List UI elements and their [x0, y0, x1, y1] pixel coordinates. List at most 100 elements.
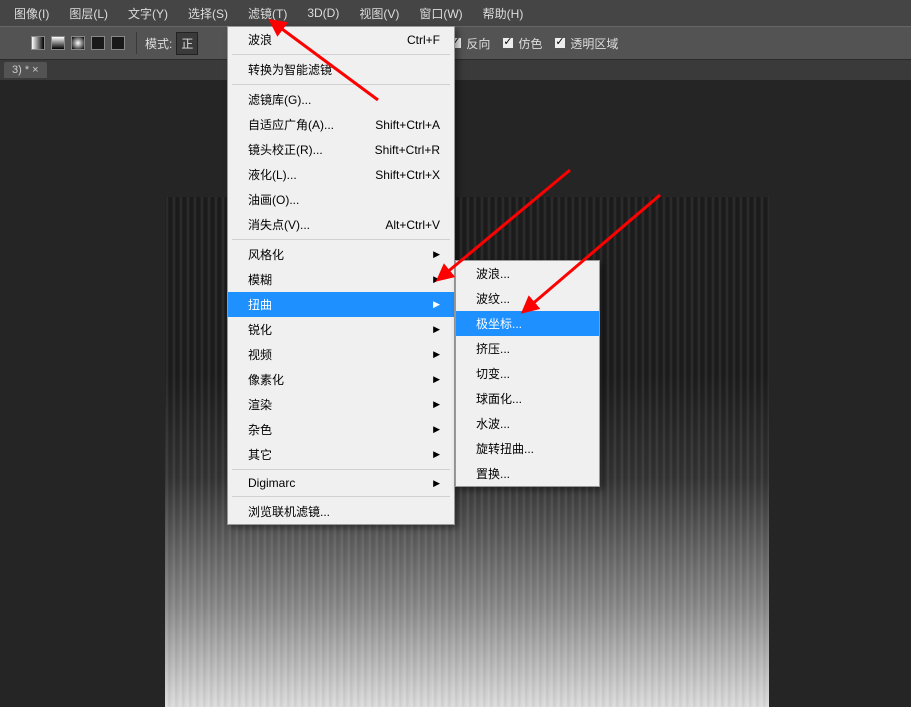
filter-menu-item[interactable]: 波浪 Ctrl+F	[228, 27, 454, 52]
distort-submenu-item[interactable]: 波浪...	[456, 261, 599, 286]
filter-menu-item[interactable]: 滤镜库(G)...	[228, 87, 454, 112]
filter-menu-item[interactable]: 视频 ▶	[228, 342, 454, 367]
distort-submenu-item[interactable]: 置换...	[456, 461, 599, 486]
distort-submenu-item[interactable]: 挤压...	[456, 336, 599, 361]
filter-menu-item[interactable]: 扭曲 ▶	[228, 292, 454, 317]
checkbox-icon	[502, 37, 514, 49]
menu-item-label: 其它	[248, 446, 272, 463]
menu-shortcut: Shift+Ctrl+R	[375, 143, 440, 157]
document-tabs: 3) * ×	[0, 60, 911, 80]
distort-submenu-item[interactable]: 水波...	[456, 411, 599, 436]
mode-select[interactable]: 正	[176, 32, 198, 55]
menu-item-label: 波纹...	[476, 290, 510, 307]
menu-item-label: 渲染	[248, 396, 272, 413]
gradient-diamond-icon[interactable]	[111, 36, 125, 50]
filter-menu-item[interactable]: 镜头校正(R)... Shift+Ctrl+R	[228, 137, 454, 162]
menu-item-label: 消失点(V)...	[248, 216, 310, 233]
filter-menu-dropdown: 波浪Ctrl+F转换为智能滤镜滤镜库(G)...自适应广角(A)...Shift…	[227, 26, 455, 525]
menu-item-label: 置换...	[476, 465, 510, 482]
distort-submenu-item[interactable]: 波纹...	[456, 286, 599, 311]
menu-layer[interactable]: 图层(L)	[59, 1, 118, 26]
gradient-radial-icon[interactable]	[51, 36, 65, 50]
checkbox-icon	[554, 37, 566, 49]
gradient-reflected-icon[interactable]	[91, 36, 105, 50]
menu-item-label: 波浪	[248, 31, 272, 48]
menu-separator	[232, 496, 450, 497]
menu-item-label: 镜头校正(R)...	[248, 141, 323, 158]
filter-menu-item[interactable]: 浏览联机滤镜...	[228, 499, 454, 524]
menu-select[interactable]: 选择(S)	[178, 1, 238, 26]
menu-shortcut: Alt+Ctrl+V	[385, 218, 440, 232]
menu-3d[interactable]: 3D(D)	[297, 2, 349, 24]
filter-menu-item[interactable]: 渲染 ▶	[228, 392, 454, 417]
filter-menu-item[interactable]: 模糊 ▶	[228, 267, 454, 292]
filter-menu-item[interactable]: 转换为智能滤镜	[228, 57, 454, 82]
menu-text[interactable]: 文字(Y)	[118, 1, 178, 26]
menu-image[interactable]: 图像(I)	[4, 1, 59, 26]
filter-menu-item[interactable]: 风格化 ▶	[228, 242, 454, 267]
transparency-label: 透明区域	[570, 35, 618, 52]
menu-item-label: 扭曲	[248, 296, 272, 313]
submenu-arrow-icon: ▶	[433, 299, 440, 310]
filter-menu-item[interactable]: 消失点(V)... Alt+Ctrl+V	[228, 212, 454, 237]
filter-menu-item[interactable]: 自适应广角(A)...Shift+Ctrl+A	[228, 112, 454, 137]
menu-item-label: 油画(O)...	[248, 191, 299, 208]
dither-checkbox[interactable]: 仿色	[502, 35, 542, 52]
mode-label: 模式:	[145, 35, 172, 52]
filter-menu-item[interactable]: 油画(O)...	[228, 187, 454, 212]
separator	[136, 32, 137, 54]
submenu-arrow-icon: ▶	[433, 478, 440, 489]
distort-submenu-item[interactable]: 切变...	[456, 361, 599, 386]
filter-menu-item[interactable]: 杂色▶	[228, 417, 454, 442]
menu-window[interactable]: 窗口(W)	[409, 1, 472, 26]
menu-item-label: 风格化	[248, 246, 284, 263]
menu-separator	[232, 469, 450, 470]
distort-submenu-item[interactable]: 球面化...	[456, 386, 599, 411]
menu-separator	[232, 84, 450, 85]
menu-item-label: 挤压...	[476, 340, 510, 357]
menu-view[interactable]: 视图(V)	[349, 1, 409, 26]
menu-item-label: 视频	[248, 346, 272, 363]
menu-item-label: 模糊	[248, 271, 272, 288]
menu-item-label: 锐化	[248, 321, 272, 338]
distort-submenu-dropdown: 波浪... 波纹... 极坐标... 挤压... 切变... 球面化... 水波... 旋转扭…	[455, 260, 600, 487]
filter-menu-item[interactable]: 其它▶	[228, 442, 454, 467]
menu-item-label: 切变...	[476, 365, 510, 382]
gradient-angle-icon[interactable]	[71, 36, 85, 50]
menu-item-label: 杂色	[248, 421, 272, 438]
submenu-arrow-icon: ▶	[433, 349, 440, 360]
menu-item-label: Digimarc	[248, 476, 295, 490]
menu-filter[interactable]: 滤镜(T)	[238, 1, 297, 26]
menu-shortcut: Shift+Ctrl+X	[375, 168, 440, 182]
submenu-arrow-icon: ▶	[433, 374, 440, 385]
reverse-label: 反向	[466, 35, 490, 52]
distort-submenu-item[interactable]: 极坐标...	[456, 311, 599, 336]
menu-item-label: 液化(L)...	[248, 166, 297, 183]
menu-item-label: 像素化	[248, 371, 284, 388]
menu-separator	[232, 239, 450, 240]
transparency-checkbox[interactable]: 透明区域	[554, 35, 618, 52]
menu-item-label: 球面化...	[476, 390, 522, 407]
filter-menu-item[interactable]: 锐化▶	[228, 317, 454, 342]
submenu-arrow-icon: ▶	[433, 249, 440, 260]
menu-item-label: 旋转扭曲...	[476, 440, 534, 457]
menu-item-label: 波浪...	[476, 265, 510, 282]
menu-item-label: 极坐标...	[476, 315, 522, 332]
filter-menu-item[interactable]: 像素化 ▶	[228, 367, 454, 392]
dither-label: 仿色	[518, 35, 542, 52]
tab-label: 3) * ×	[12, 64, 39, 76]
menu-item-label: 水波...	[476, 415, 510, 432]
menu-item-label: 自适应广角(A)...	[248, 116, 334, 133]
menu-help[interactable]: 帮助(H)	[473, 1, 534, 26]
submenu-arrow-icon: ▶	[433, 274, 440, 285]
filter-menu-item[interactable]: 液化(L)... Shift+Ctrl+X	[228, 162, 454, 187]
reverse-checkbox[interactable]: 反向	[450, 35, 490, 52]
filter-menu-item[interactable]: Digimarc ▶	[228, 472, 454, 494]
gradient-linear-icon[interactable]	[31, 36, 45, 50]
distort-submenu-item[interactable]: 旋转扭曲...	[456, 436, 599, 461]
menu-shortcut: Ctrl+F	[407, 33, 440, 47]
document-tab[interactable]: 3) * ×	[4, 62, 47, 78]
menu-item-label: 滤镜库(G)...	[248, 91, 311, 108]
menu-item-label: 转换为智能滤镜	[248, 61, 332, 78]
submenu-arrow-icon: ▶	[433, 399, 440, 410]
